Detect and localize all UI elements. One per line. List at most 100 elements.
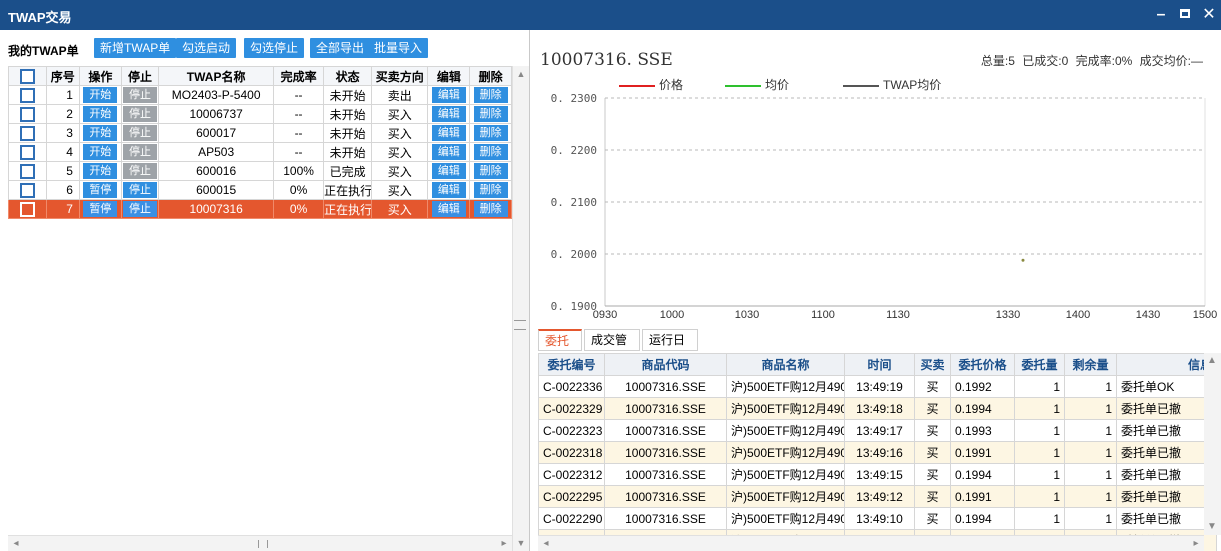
delete-button[interactable]: 删除 [473, 125, 508, 141]
stop-selected-button[interactable]: 勾选停止 [244, 38, 305, 58]
stop-button[interactable]: 停止 [122, 182, 157, 198]
scroll-left-arrow-icon[interactable]: ◂ [538, 536, 554, 551]
start-button[interactable]: 开始 [83, 106, 118, 122]
trade-side: 买入 [371, 142, 429, 162]
edit-button[interactable]: 编辑 [431, 106, 466, 122]
batch-import-button[interactable]: 批量导入 [368, 38, 429, 58]
start-button[interactable]: 开始 [83, 87, 118, 103]
price-chart: 0. 2300 0. 2200 0. 2100 0. 2000 0. 19000930 1… [551, 92, 1218, 321]
entrust-side: 买 [914, 463, 951, 486]
start-selected-button[interactable]: 勾选启动 [176, 38, 237, 58]
close-button[interactable]: ✕ [1198, 4, 1220, 26]
scroll-down-arrow-icon[interactable]: ▼ [1204, 519, 1220, 535]
entrust-side: 买 [914, 485, 951, 508]
remaining-qty: 1 [1064, 397, 1117, 420]
product-name: 沪)500ETF购12月490( [726, 419, 845, 442]
table-row[interactable]: C-0022312 10007316.SSE 沪)500ETF购12月490(13:… [538, 463, 1217, 486]
tab-log[interactable]: 运行日志 [642, 329, 698, 367]
trade-side: 买入 [371, 199, 429, 219]
entrust-side: 买 [914, 507, 951, 530]
table-row[interactable]: 6 暂停 停止 600015 0% 正在执行 买入 编辑 删除 [8, 180, 512, 200]
minimize-button[interactable]: – [1150, 4, 1172, 26]
entrust-info: 委托单已撤 [1116, 441, 1217, 464]
entrust-price: 0.1991 [950, 441, 1015, 464]
scroll-right-arrow-icon[interactable]: ▸ [1188, 536, 1204, 551]
pause-button[interactable]: 暂停 [83, 182, 118, 198]
column-header: 委托量 [1014, 353, 1065, 376]
table-row[interactable]: C-0022336 10007316.SSE 沪)500ETF购12月490(13:… [538, 375, 1217, 398]
edit-button[interactable]: 编辑 [431, 201, 466, 217]
maximize-button[interactable] [1174, 4, 1196, 26]
stop-button[interactable]: 停止 [122, 87, 157, 103]
row-checkbox[interactable] [19, 201, 35, 217]
entrust-id: C-0022312 [538, 463, 605, 486]
scroll-left-arrow-icon[interactable]: ◂ [8, 536, 24, 551]
add-twap-button[interactable]: 新增TWAP单 [94, 38, 177, 58]
stop-button[interactable]: 停止 [122, 125, 157, 141]
select-all-header[interactable] [8, 66, 47, 86]
delete-button[interactable]: 删除 [473, 106, 508, 122]
table-row[interactable]: C-0022323 10007316.SSE 沪)500ETF购12月490(13:… [538, 419, 1217, 442]
scroll-right-arrow-icon[interactable]: ▸ [496, 536, 512, 551]
stop-button[interactable]: 停止 [122, 163, 157, 179]
delete-button[interactable]: 删除 [473, 144, 508, 160]
table-row[interactable]: C-0022318 10007316.SSE 沪)500ETF购12月490(13:… [538, 441, 1217, 464]
table-row[interactable]: C-0022290 10007316.SSE 沪)500ETF购12月490(13:… [538, 507, 1217, 530]
stop-button[interactable]: 停止 [122, 106, 157, 122]
row-checkbox[interactable] [19, 106, 35, 122]
x-tick-label: 1030 [735, 309, 759, 321]
entrust-id: C-0022295 [538, 485, 605, 508]
row-checkbox[interactable] [19, 163, 35, 179]
right-horizontal-scrollbar[interactable]: ◂ ▸ [538, 535, 1204, 551]
start-button[interactable]: 开始 [83, 125, 118, 141]
table-row[interactable]: C-0022295 10007316.SSE 沪)500ETF购12月490(13:… [538, 485, 1217, 508]
y-tick-label: 0. 2000 [551, 248, 597, 261]
entrust-price: 0.1994 [950, 397, 1015, 420]
splitter-handle[interactable] [514, 320, 526, 330]
delete-button[interactable]: 删除 [473, 87, 508, 103]
start-button[interactable]: 开始 [83, 144, 118, 160]
export-all-button[interactable]: 全部导出 [310, 38, 371, 58]
scroll-up-arrow-icon[interactable]: ▲ [513, 66, 529, 82]
pause-button[interactable]: 暂停 [83, 201, 118, 217]
edit-button[interactable]: 编辑 [431, 125, 466, 141]
table-header-row: 委托编号 商品代码 商品名称 时间 买卖 委托价格 委托量 剩余量 信息 [538, 353, 1217, 376]
stop-button[interactable]: 停止 [122, 144, 157, 160]
delete-button[interactable]: 删除 [473, 182, 508, 198]
scroll-down-arrow-icon[interactable]: ▼ [513, 535, 529, 551]
twap-name: 600017 [158, 123, 275, 143]
entrust-time: 13:49:16 [844, 441, 915, 464]
edit-button[interactable]: 编辑 [431, 144, 466, 160]
row-checkbox[interactable] [19, 182, 35, 198]
select-all-checkbox[interactable] [19, 68, 35, 84]
left-vertical-scrollbar[interactable]: ▲ ▼ [512, 66, 529, 551]
row-checkbox[interactable] [19, 144, 35, 160]
edit-button[interactable]: 编辑 [431, 182, 466, 198]
stop-button[interactable]: 停止 [122, 201, 157, 217]
delete-button[interactable]: 删除 [473, 201, 508, 217]
order-status: 未开始 [323, 123, 373, 143]
left-horizontal-scrollbar[interactable]: ◂ ▸ [8, 535, 512, 551]
row-checkbox[interactable] [19, 87, 35, 103]
edit-button[interactable]: 编辑 [431, 163, 466, 179]
column-header: TWAP名称 [158, 66, 275, 86]
tab-trades[interactable]: 成交管理 [584, 329, 640, 367]
edit-button[interactable]: 编辑 [431, 87, 466, 103]
entrust-time: 13:49:15 [844, 463, 915, 486]
tab-entrust[interactable]: 委托管理 [538, 329, 582, 368]
scroll-thumb-grip[interactable] [258, 540, 268, 548]
right-vertical-scrollbar[interactable]: ▲ ▼ [1204, 353, 1221, 535]
start-button[interactable]: 开始 [83, 163, 118, 179]
table-row[interactable]: 3 开始 停止 600017 -- 未开始 买入 编辑 删除 [8, 123, 512, 143]
x-tick-label: 0930 [593, 309, 617, 321]
table-row[interactable]: 5 开始 停止 600016 100% 已完成 买入 编辑 删除 [8, 161, 512, 181]
row-checkbox[interactable] [19, 125, 35, 141]
delete-button[interactable]: 删除 [473, 163, 508, 179]
table-row[interactable]: C-0022329 10007316.SSE 沪)500ETF购12月490(13:… [538, 397, 1217, 420]
trade-side: 买入 [371, 180, 429, 200]
table-row[interactable]: 1 开始 停止 MO2403-P-5400 -- 未开始 卖出 编辑 删除 [8, 85, 512, 105]
scroll-up-arrow-icon[interactable]: ▲ [1204, 353, 1220, 369]
table-row[interactable]: 4 开始 停止 AP503 -- 未开始 买入 编辑 删除 [8, 142, 512, 162]
table-row-selected[interactable]: 7 暂停 停止 10007316 0% 正在执行 买入 编辑 删除 [8, 199, 512, 219]
table-row[interactable]: 2 开始 停止 10006737 -- 未开始 买入 编辑 删除 [8, 104, 512, 124]
